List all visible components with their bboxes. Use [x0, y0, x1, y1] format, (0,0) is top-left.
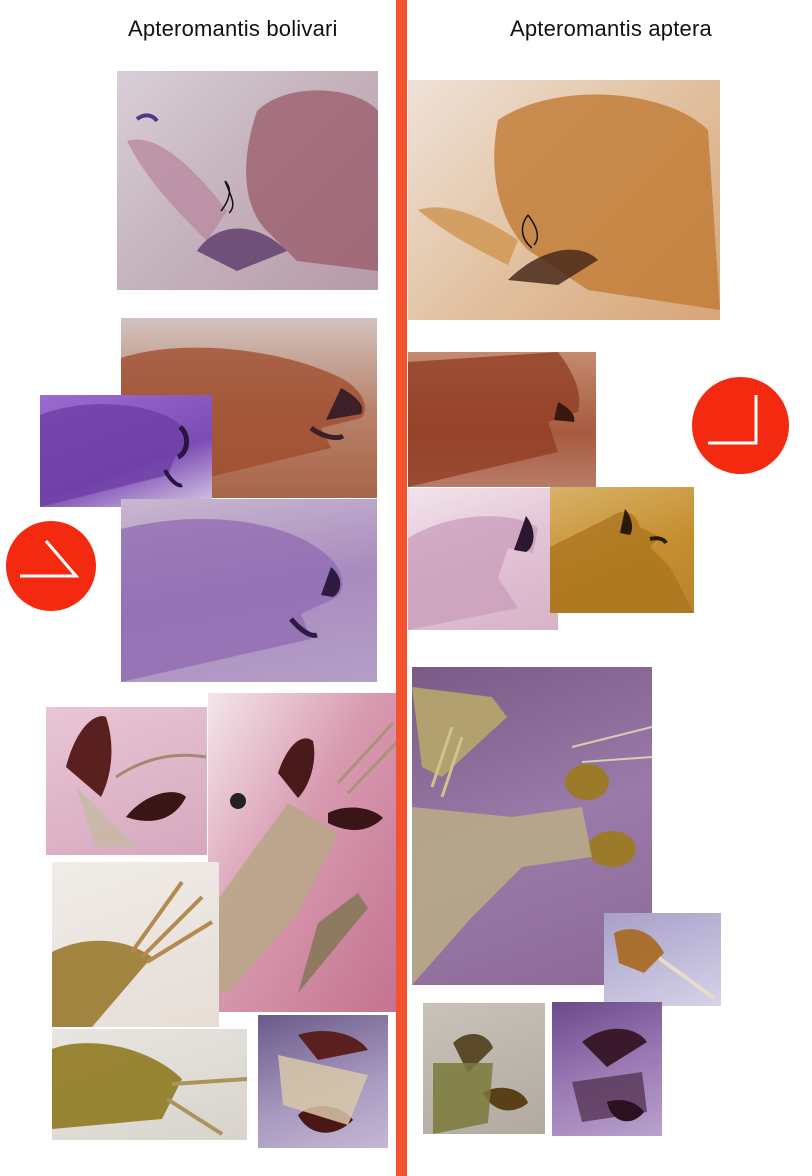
- photo-bolivari-abdomen-tip: [52, 862, 219, 1027]
- center-divider: [396, 0, 407, 1176]
- photo-aptera-hook-purple: [408, 488, 558, 630]
- photo-aptera-genitalia-lateral: [408, 80, 720, 320]
- photo-aptera-hook-orange: [550, 487, 694, 613]
- right-species-title: Apteromantis aptera: [510, 16, 712, 41]
- right-angle-badge-icon: [692, 377, 789, 474]
- photo-aptera-head-2: [423, 1003, 545, 1134]
- photo-aptera-head-3: [552, 1002, 662, 1136]
- left-species-title: Apteromantis bolivari: [128, 16, 338, 41]
- photo-aptera-cerci: [604, 913, 721, 1006]
- photo-bolivari-hook-inset: [40, 395, 212, 507]
- acute-angle-badge-icon: [6, 521, 96, 611]
- photo-bolivari-cerci: [52, 1029, 247, 1140]
- photo-bolivari-genitalia-lateral: [117, 71, 378, 290]
- photo-bolivari-full-body: [208, 693, 396, 1012]
- photo-bolivari-head-1: [46, 707, 207, 855]
- photo-bolivari-hook-bottom: [121, 499, 377, 682]
- photo-aptera-hook-top: [408, 352, 596, 487]
- photo-bolivari-head-2: [258, 1015, 388, 1148]
